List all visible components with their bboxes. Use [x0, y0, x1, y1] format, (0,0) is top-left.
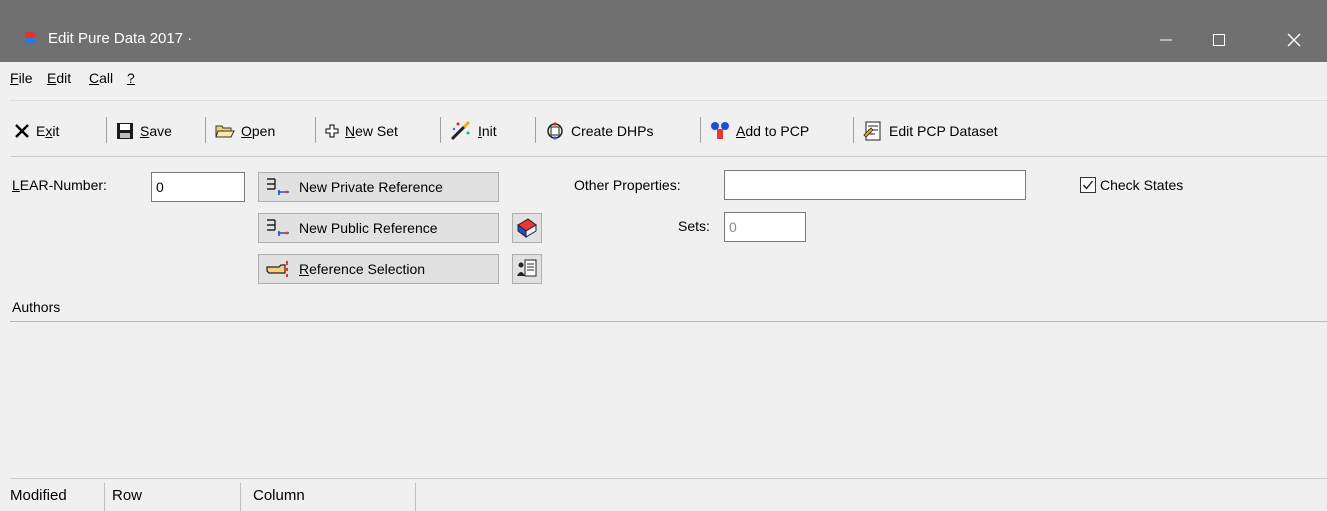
status-separator [240, 483, 241, 511]
status-row: Row [112, 487, 143, 504]
toolbar: Ex it Save Open New Set Init Create DHPs … [10, 100, 1327, 156]
lear-number-input[interactable] [151, 172, 245, 202]
menu-call[interactable]: Call [89, 70, 113, 86]
wand-icon [450, 121, 471, 141]
x-icon [15, 124, 29, 138]
floppy-icon [117, 123, 133, 139]
status-column: Column [253, 487, 305, 504]
edit-pcp-dataset-button[interactable]: Edit PCP Dataset [863, 119, 998, 143]
other-properties-label: Other Properties: [574, 177, 681, 193]
add-to-pcp-button[interactable]: Add to PCP [710, 119, 809, 143]
sets-label: Sets: [678, 218, 710, 234]
public-reference-tool-button[interactable] [512, 213, 542, 243]
init-button[interactable]: Init [450, 119, 497, 143]
save-button[interactable]: Save [116, 119, 172, 143]
new-private-reference-button[interactable]: New Private Reference [258, 172, 499, 202]
other-properties-input[interactable] [724, 170, 1026, 200]
reference-selection-tool-button[interactable] [512, 254, 542, 284]
maximize-button[interactable] [1196, 18, 1242, 62]
reference-icon [267, 219, 289, 236]
toolbar-separator [315, 117, 316, 143]
window-title: Edit Pure Data 2017 · [48, 30, 193, 47]
toolbar-separator [535, 117, 536, 143]
new-public-reference-button[interactable]: New Public Reference [258, 213, 499, 243]
checkbox-box[interactable] [1080, 177, 1096, 193]
molecule-icon [711, 122, 729, 139]
toolbar-separator [205, 117, 206, 143]
plus-icon [325, 124, 339, 138]
checkmark-icon [1082, 180, 1094, 190]
status-separator [104, 483, 105, 511]
dataset-icon [863, 121, 881, 141]
app-icon [25, 32, 37, 44]
toolbar-separator [700, 117, 701, 143]
menu-bar: File Edit Call ? [10, 62, 1327, 92]
authors-label: Authors [12, 299, 61, 315]
create-dhps-button[interactable]: Create DHPs [545, 119, 653, 143]
menu-help[interactable]: ? [127, 70, 135, 86]
menu-edit[interactable]: Edit [47, 70, 71, 86]
check-states-label: Check States [1100, 177, 1184, 193]
toolbar-separator [440, 117, 441, 143]
minimize-button[interactable] [1143, 18, 1189, 62]
status-bar: Modified Row Column [10, 478, 1327, 511]
toolbar-separator [853, 117, 854, 143]
exit-button[interactable]: Ex it [14, 119, 59, 143]
new-set-button[interactable]: New Set [325, 119, 398, 143]
maximize-icon [1213, 34, 1225, 46]
book-tool-icon [517, 218, 537, 238]
reference-selection-button[interactable]: Reference Selection [258, 254, 499, 284]
cycle-icon [547, 122, 563, 140]
lear-number-label: LEAR-Number: [12, 177, 107, 193]
authors-content-area [10, 322, 1327, 478]
form-panel: LEAR-Number: New Private Reference New P… [10, 156, 1327, 322]
folder-open-icon [215, 125, 235, 138]
check-states-checkbox[interactable]: Check States [1080, 177, 1183, 193]
close-icon [1287, 33, 1301, 47]
reference-icon [267, 178, 289, 195]
open-button[interactable]: Open [215, 119, 275, 143]
toolbar-separator [106, 117, 107, 143]
sets-input[interactable] [724, 212, 806, 242]
status-modified: Modified [10, 487, 67, 504]
pointing-hand-icon [266, 261, 288, 277]
minimize-icon [1160, 39, 1172, 41]
document-people-icon [517, 259, 537, 277]
status-separator [415, 483, 416, 511]
close-button[interactable] [1271, 18, 1317, 62]
menu-file[interactable]: File [10, 70, 33, 86]
title-bar: Edit Pure Data 2017 · [0, 0, 1327, 62]
